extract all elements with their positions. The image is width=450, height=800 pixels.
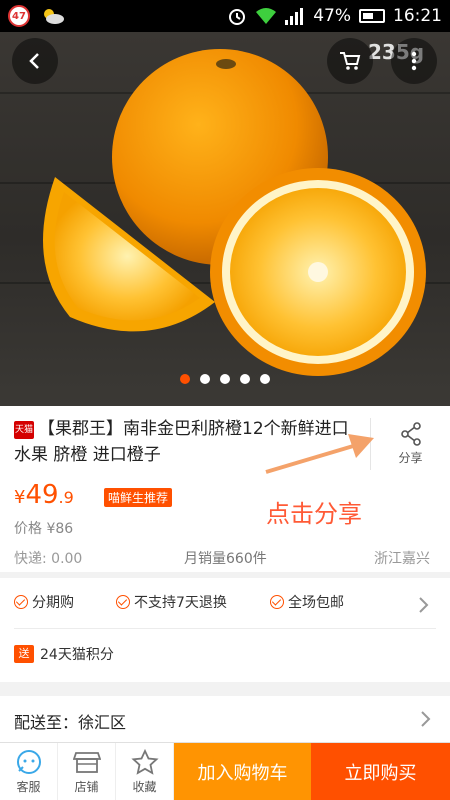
share-annotation: 点击分享 <box>266 500 362 528</box>
clock: 16:21 <box>393 6 442 26</box>
share-button[interactable]: 分享 <box>370 418 450 470</box>
star-icon <box>130 749 159 775</box>
monthly-sales: 月销量660件 <box>184 551 267 567</box>
more-vertical-icon <box>411 51 417 71</box>
divider <box>14 628 436 629</box>
service-guarantees[interactable]: 分期购 不支持7天退换 全场包邮 送 24天猫积分 <box>0 578 450 682</box>
price: ¥49.9 <box>14 480 74 510</box>
share-label: 分享 <box>398 451 423 465</box>
carousel-dot[interactable] <box>200 374 210 384</box>
notification-count-badge: 47 <box>8 5 30 27</box>
service-label: 客服 <box>16 780 41 794</box>
store-label: 店铺 <box>74 780 99 794</box>
share-icon <box>400 422 421 446</box>
favorite-button[interactable]: 收藏 <box>116 743 174 800</box>
alarm-icon <box>229 9 246 25</box>
orange-photo <box>43 49 426 376</box>
weather-icon <box>44 9 64 24</box>
chevron-left-icon <box>29 53 39 69</box>
favorite-label: 收藏 <box>132 780 157 794</box>
carousel-dot[interactable] <box>240 374 250 384</box>
carousel-indicator <box>0 374 450 384</box>
origin-location: 浙江嘉兴 <box>374 551 430 567</box>
original-price: 价格 ¥86 <box>14 521 74 537</box>
status-bar: 47 47% 16:21 <box>0 0 450 32</box>
annotation-arrow-icon <box>265 434 374 474</box>
shopping-cart-icon <box>340 52 361 70</box>
product-image-carousel[interactable]: 235g <box>0 32 450 406</box>
cart-button[interactable] <box>327 38 373 84</box>
check-circle-icon <box>270 595 284 609</box>
store-icon <box>72 752 101 773</box>
back-button[interactable] <box>12 38 58 84</box>
battery-percent: 47% <box>313 6 351 26</box>
chevron-right-icon <box>421 711 431 727</box>
gift-tag: 送 <box>14 645 34 663</box>
delivery-address-row[interactable]: 配送至：徐汇区 <box>0 696 450 742</box>
store-button[interactable]: 店铺 <box>58 743 116 800</box>
carousel-dot[interactable] <box>220 374 230 384</box>
carousel-dot[interactable] <box>260 374 270 384</box>
delivery-label: 配送至：徐汇区 <box>14 713 127 732</box>
chat-bubble-icon <box>16 750 41 774</box>
check-circle-icon <box>14 595 28 609</box>
guarantee-item: 全场包邮 <box>270 592 344 612</box>
tmall-tag: 天猫 <box>14 421 34 439</box>
guarantee-item: 分期购 <box>14 592 74 612</box>
carousel-dot[interactable] <box>180 374 190 384</box>
wifi-icon <box>256 8 277 24</box>
battery-icon <box>359 9 385 23</box>
signal-icon <box>285 8 304 25</box>
check-circle-icon <box>116 595 130 609</box>
more-button[interactable] <box>391 38 437 84</box>
guarantee-item: 不支持7天退换 <box>116 592 227 612</box>
add-to-cart-button[interactable]: 加入购物车 <box>174 743 311 800</box>
customer-service-button[interactable]: 客服 <box>0 743 58 800</box>
buy-now-button[interactable]: 立即购买 <box>311 743 450 800</box>
bottom-action-bar: 客服 店铺 收藏 加入购物车 立即购买 <box>0 742 450 800</box>
product-info-card: 天猫 【果郡王】南非金巴利脐橙12个新鲜进口水果 脐橙 进口橙子 分享 ¥49.9… <box>0 406 450 572</box>
shipping-fee: 快递: 0.00 <box>14 551 83 567</box>
promo-tag: 喵鲜生推荐 <box>104 488 173 507</box>
points-reward: 送 24天猫积分 <box>14 644 114 664</box>
chevron-right-icon[interactable] <box>418 596 430 614</box>
